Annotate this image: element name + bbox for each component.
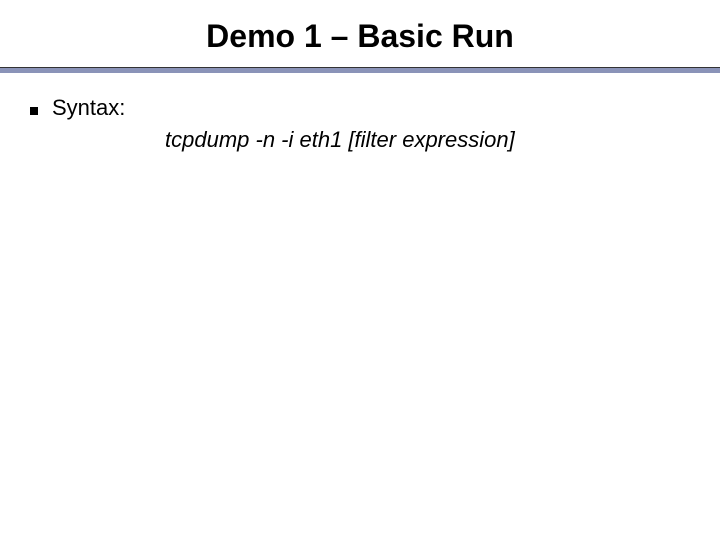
content-area: Syntax: tcpdump -n -i eth1 [filter expre… <box>0 73 720 153</box>
command-text: tcpdump -n -i eth1 [filter expression] <box>30 121 720 153</box>
square-bullet-icon <box>30 107 38 115</box>
bullet-label: Syntax: <box>52 95 125 121</box>
slide-title: Demo 1 – Basic Run <box>0 0 720 67</box>
bullet-line: Syntax: <box>30 95 720 121</box>
slide-container: Demo 1 – Basic Run Syntax: tcpdump -n -i… <box>0 0 720 540</box>
